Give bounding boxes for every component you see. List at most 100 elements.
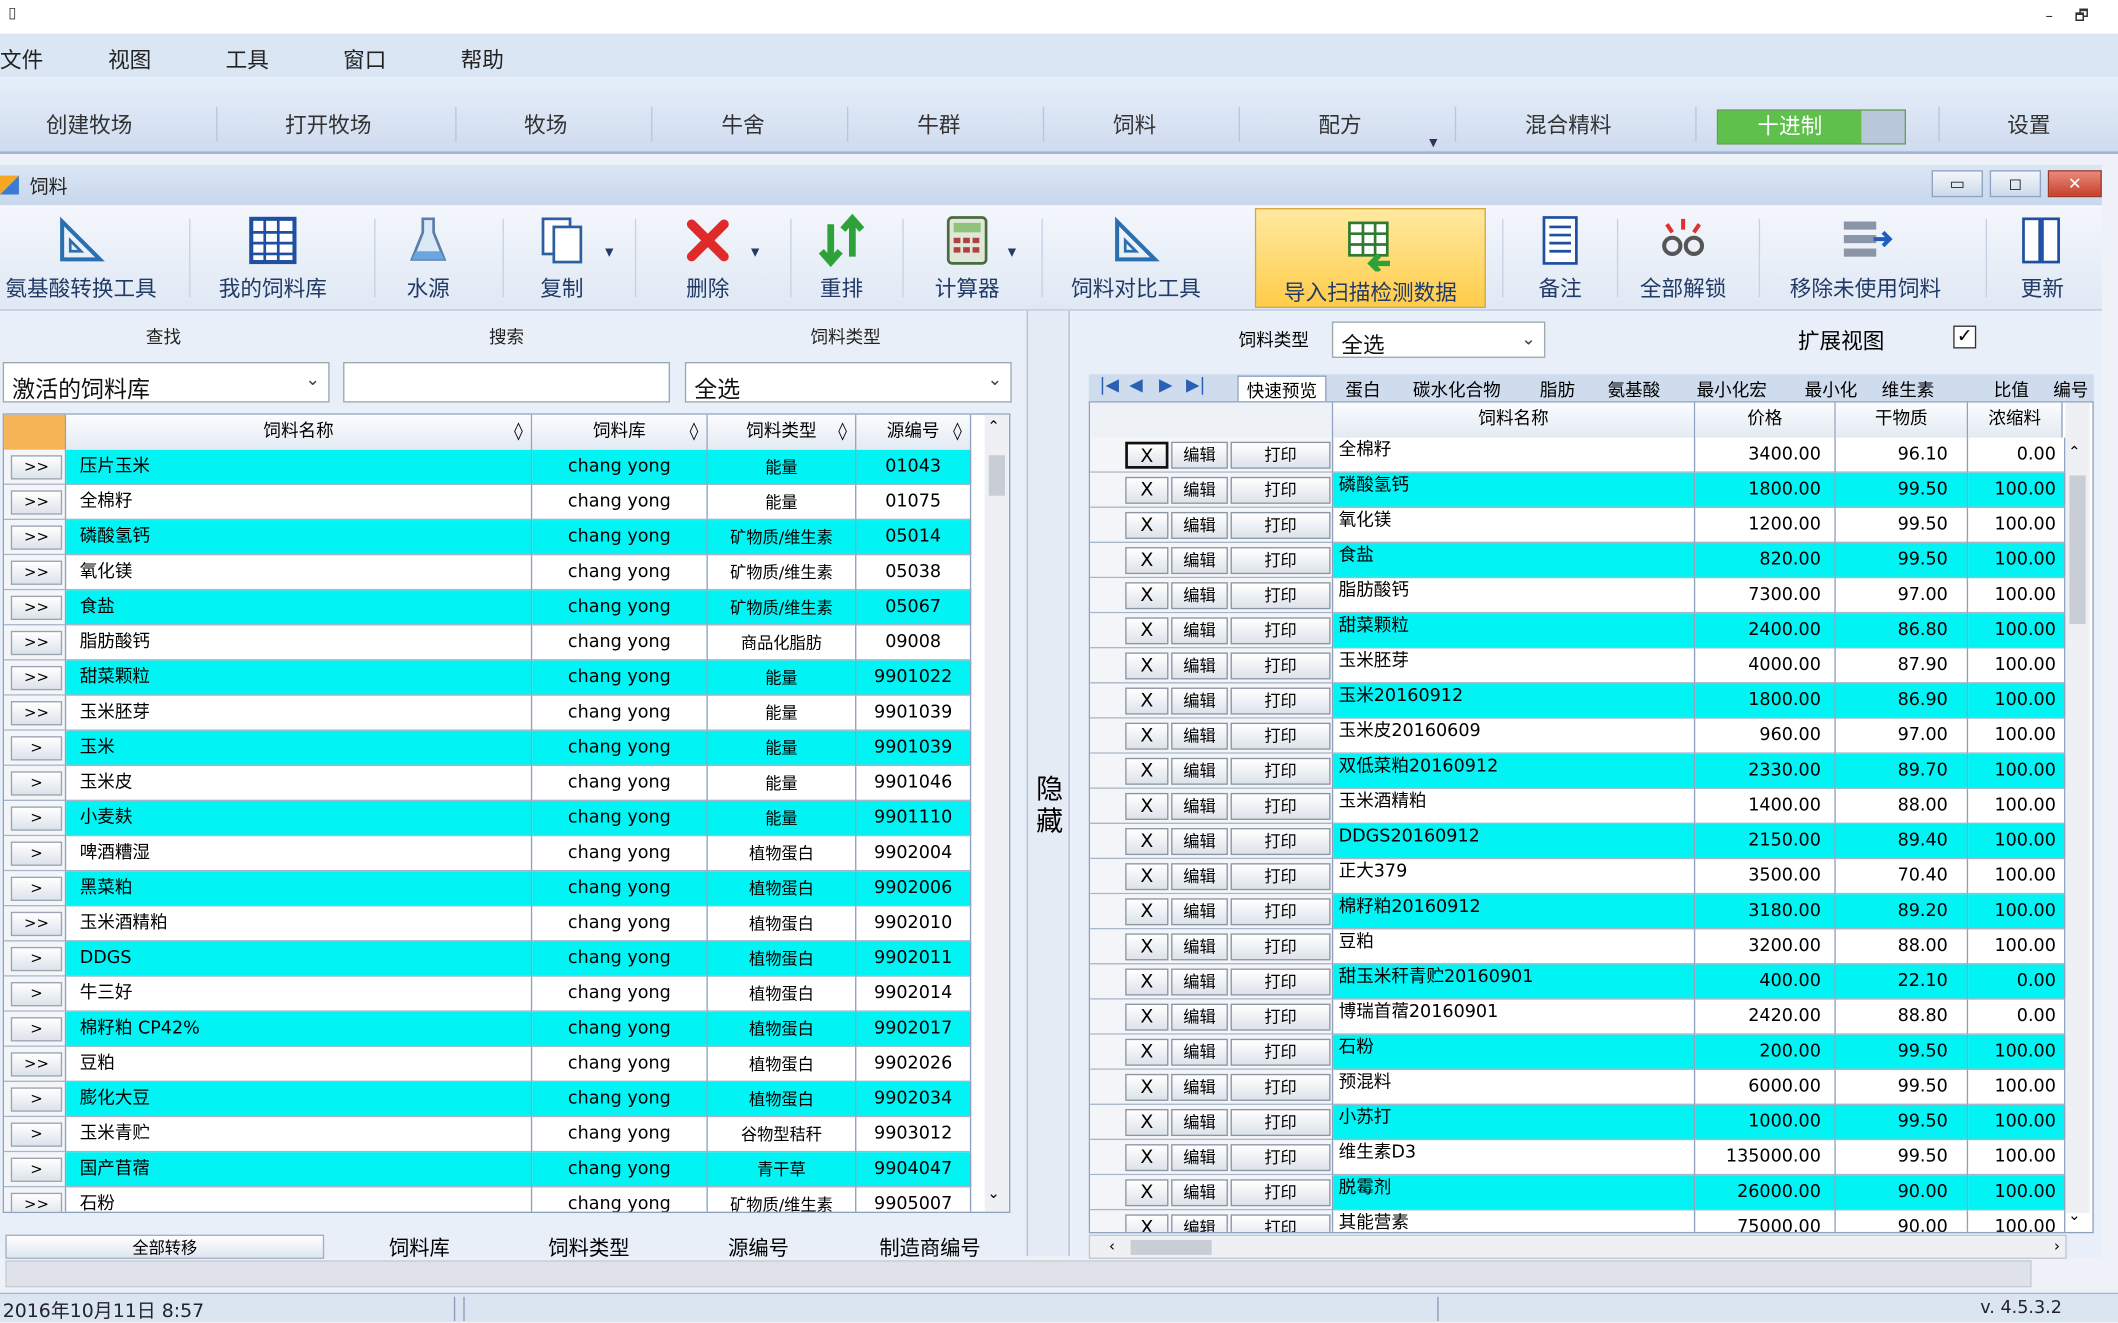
menu-help[interactable]: 帮助 (461, 42, 504, 74)
tab-settings[interactable]: 设置 (2007, 107, 2050, 139)
remove-row-button[interactable]: X (1125, 441, 1169, 469)
unlock-all-button[interactable]: 全部解锁 (1632, 205, 1735, 310)
table-row[interactable]: >> 豆粕 chang yong 植物蛋白 9902026 (4, 1046, 985, 1082)
column-header-feed-name[interactable]: 饲料名称 (1333, 402, 1696, 438)
table-row[interactable]: > 国产苜蓿 chang yong 青干草 9904047 (4, 1152, 985, 1188)
table-row[interactable]: >> 氧化镁 chang yong 矿物质/维生素 05038 (4, 555, 985, 591)
feed-type-select[interactable]: 全选 ⌄ (684, 362, 1012, 404)
print-button[interactable]: 打印 (1230, 617, 1331, 645)
tab-create-farm[interactable]: 创建牧场 (46, 107, 132, 139)
edit-button[interactable]: 编辑 (1171, 1073, 1228, 1101)
table-row[interactable]: X 编辑 打印 预混料 6000.00 99.50 100.00 (1090, 1069, 2066, 1105)
add-feed-button[interactable]: >> (10, 595, 63, 621)
add-feed-button[interactable]: > (10, 841, 63, 866)
add-feed-button[interactable]: > (10, 1157, 63, 1182)
table-row[interactable]: X 编辑 打印 脂肪酸钙 7300.00 97.00 100.00 (1090, 578, 2066, 614)
table-row[interactable]: X 编辑 打印 小苏打 1000.00 99.50 100.00 (1090, 1104, 2066, 1141)
restore-icon[interactable]: 🗗 (2069, 5, 2093, 27)
remove-row-button[interactable]: X (1125, 828, 1169, 856)
remove-row-button[interactable]: X (1125, 582, 1169, 610)
last-page-icon[interactable]: ▶| (1186, 376, 1205, 396)
add-feed-button[interactable]: > (10, 771, 63, 796)
table-row[interactable]: >> 石粉 chang yong 矿物质/维生素 9905007 (4, 1187, 985, 1212)
notes-button[interactable]: 备注 (1524, 205, 1597, 310)
child-restore-button[interactable]: ◻ (1989, 170, 2042, 198)
table-row[interactable]: > 玉米皮 chang yong 能量 9901046 (4, 765, 985, 802)
library-select[interactable]: 激活的饲料库 ⌄ (2, 362, 330, 404)
edit-button[interactable]: 编辑 (1171, 1038, 1228, 1066)
edit-button[interactable]: 编辑 (1171, 1214, 1228, 1232)
table-row[interactable]: > 玉米青贮 chang yong 谷物型秸秆 9903012 (4, 1117, 985, 1153)
add-feed-button[interactable]: > (10, 876, 63, 901)
table-row[interactable]: X 编辑 打印 食盐 820.00 99.50 100.00 (1090, 543, 2066, 579)
remove-row-button[interactable]: X (1125, 898, 1169, 926)
menu-view[interactable]: 视图 (108, 42, 151, 74)
edit-button[interactable]: 编辑 (1171, 687, 1228, 715)
print-button[interactable]: 打印 (1230, 1038, 1331, 1066)
remove-row-button[interactable]: X (1125, 1003, 1169, 1031)
tab-herd[interactable]: 牛群 (917, 107, 960, 139)
edit-button[interactable]: 编辑 (1171, 511, 1228, 539)
tab-0[interactable]: 快速预览 (1237, 375, 1327, 403)
print-button[interactable]: 打印 (1230, 898, 1331, 926)
tab-barn[interactable]: 牛舍 (721, 107, 764, 139)
add-feed-button[interactable]: > (10, 946, 63, 972)
tab-4[interactable]: 氨基酸 (1607, 376, 1660, 401)
table-row[interactable]: > 玉米 chang yong 能量 9901039 (4, 730, 985, 766)
table-row[interactable]: >> 脂肪酸钙 chang yong 商品化脂肪 09008 (4, 625, 985, 661)
edit-button[interactable]: 编辑 (1171, 1144, 1228, 1172)
hide-panel-strip[interactable]: 隐藏 (1026, 310, 1070, 1257)
column-header-code[interactable]: 源编号 ◊ (856, 414, 972, 450)
table-row[interactable]: X 编辑 打印 双低菜粕20160912 2330.00 89.70 100.0… (1090, 753, 2066, 789)
prev-page-icon[interactable]: ◀ (1129, 376, 1143, 396)
table-row[interactable]: X 编辑 打印 氧化镁 1200.00 99.50 100.00 (1090, 507, 2066, 544)
column-header-price[interactable]: 价格 (1695, 402, 1836, 438)
column-header-type[interactable]: 饲料类型 ◊ (707, 414, 857, 450)
table-row[interactable]: X 编辑 打印 玉米酒精粕 1400.00 88.00 100.00 (1090, 788, 2066, 824)
table-row[interactable]: X 编辑 打印 博瑞首蓿20160901 2420.00 88.80 0.00 (1090, 999, 2066, 1035)
delete-button[interactable]: 删除 ▼ (667, 205, 759, 310)
remove-row-button[interactable]: X (1125, 1179, 1169, 1207)
tab-farm[interactable]: 牧场 (524, 107, 567, 139)
tab-1[interactable]: 蛋白 (1345, 376, 1380, 401)
column-header-concentrate[interactable]: 浓缩料 (1968, 402, 2063, 438)
table-row[interactable]: X 编辑 打印 正大379 3500.00 70.40 100.00 (1090, 859, 2066, 895)
table-row[interactable]: >> 食盐 chang yong 矿物质/维生素 05067 (4, 590, 985, 626)
edit-button[interactable]: 编辑 (1171, 547, 1228, 575)
menu-window[interactable]: 窗口 (343, 42, 386, 74)
reorder-button[interactable]: 重排 (805, 205, 878, 310)
tab-open-farm[interactable]: 打开牧场 (285, 107, 371, 139)
menu-file[interactable]: 文件 (0, 42, 43, 74)
column-header-dry-matter[interactable]: 干物质 (1835, 402, 1969, 438)
child-close-button[interactable]: ✕ (2047, 170, 2102, 198)
tab-7[interactable]: 维生素 (1882, 376, 1935, 401)
table-row[interactable]: > 牛三好 chang yong 植物蛋白 9902014 (4, 976, 985, 1012)
tab-3[interactable]: 脂肪 (1540, 376, 1575, 401)
add-feed-button[interactable]: >> (10, 911, 63, 937)
edit-button[interactable]: 编辑 (1171, 1109, 1228, 1137)
right-grid-scrollbar[interactable]: ⌃ ⌄ (2065, 402, 2090, 1224)
table-row[interactable]: > 黑菜粕 chang yong 植物蛋白 9902006 (4, 871, 985, 907)
table-row[interactable]: X 编辑 打印 棉籽粕20160912 3180.00 89.20 100.00 (1090, 894, 2066, 930)
next-page-icon[interactable]: ▶ (1159, 376, 1173, 396)
add-feed-button[interactable]: >> (10, 1192, 63, 1212)
remove-row-button[interactable]: X (1125, 968, 1169, 996)
update-button[interactable]: 更新 (2005, 205, 2081, 310)
table-row[interactable]: X 编辑 打印 石粉 200.00 99.50 100.00 (1090, 1034, 2066, 1070)
table-row[interactable]: X 编辑 打印 甜玉米秆青贮20160901 400.00 22.10 0.00 (1090, 964, 2066, 1000)
tab-feed[interactable]: 饲料 (1113, 107, 1156, 139)
print-button[interactable]: 打印 (1230, 511, 1331, 539)
add-feed-button[interactable]: >> (10, 455, 63, 480)
table-row[interactable]: > 膨化大豆 chang yong 植物蛋白 9902034 (4, 1081, 985, 1118)
column-header-library[interactable]: 饲料库 ◊ (532, 414, 708, 450)
table-row[interactable]: X 编辑 打印 玉米20160912 1800.00 86.90 100.00 (1090, 683, 2066, 719)
table-row[interactable]: X 编辑 打印 磷酸氢钙 1800.00 99.50 100.00 (1090, 472, 2066, 508)
table-row[interactable]: X 编辑 打印 维生素D3 135000.00 99.50 100.00 (1090, 1140, 2066, 1176)
copy-button[interactable]: 复制 ▼ (519, 205, 613, 310)
edit-button[interactable]: 编辑 (1171, 792, 1228, 820)
table-row[interactable]: X 编辑 打印 其能营素 75000.00 90.00 100.00 (1090, 1210, 2066, 1232)
amino-acid-tool-button[interactable]: 氨基酸转换工具 (0, 205, 162, 310)
edit-button[interactable]: 编辑 (1171, 617, 1228, 645)
right-horizontal-scrollbar[interactable]: ‹ › (1088, 1234, 2067, 1259)
tab-8[interactable]: 比值 (1994, 376, 2029, 401)
